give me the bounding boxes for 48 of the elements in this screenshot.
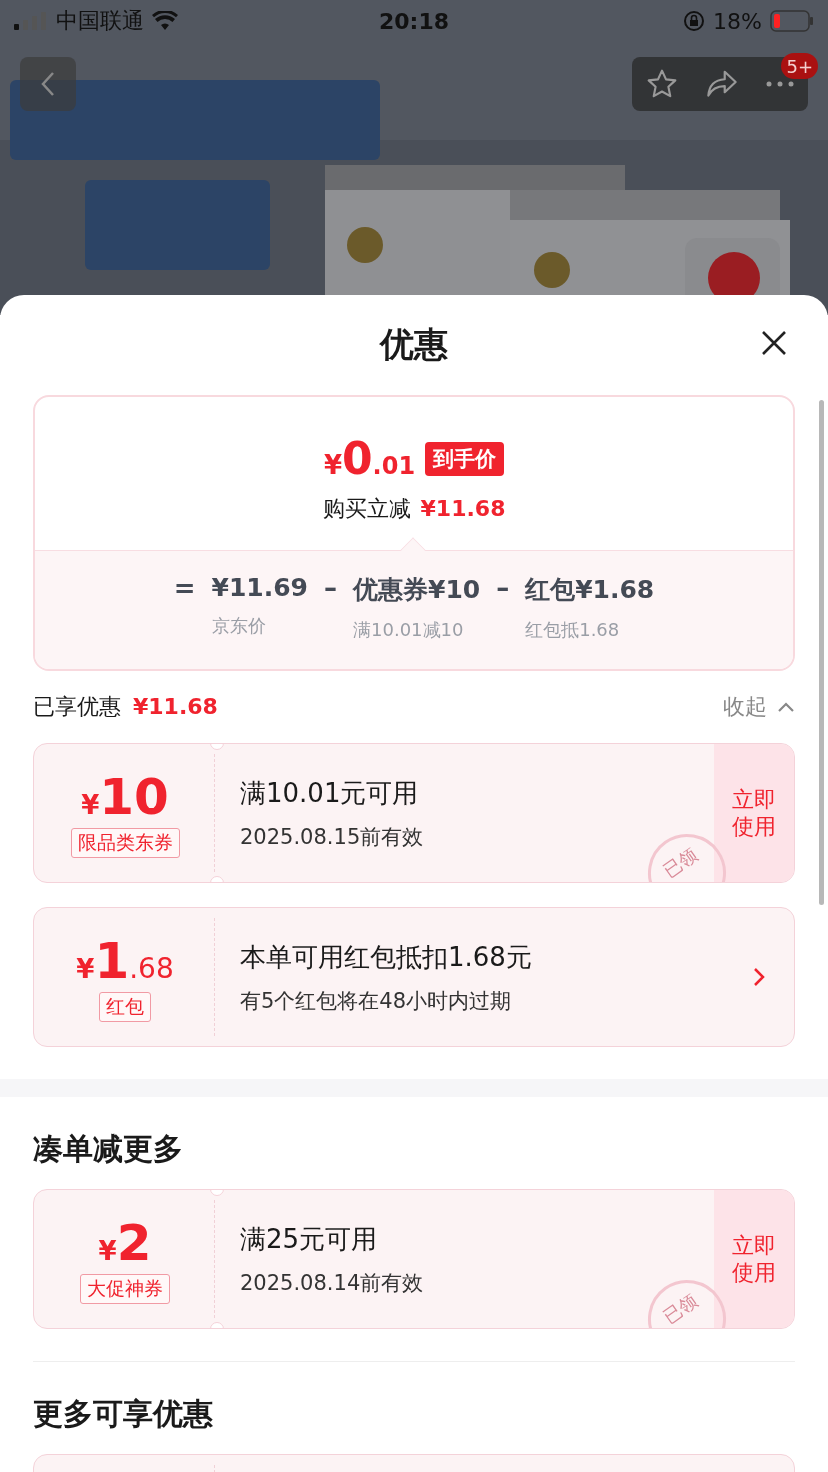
carrier-name: 中国联通 [56,7,144,35]
term-caption: 京东价 [211,614,267,638]
battery-icon [770,10,814,32]
coupon-tag: 限品类东券 [70,828,180,858]
star-icon[interactable] [645,68,679,100]
coupon-tag: 红包 [99,992,151,1022]
reduction-label: 购买立减 [322,495,411,523]
coupon-title: 满10.01元可用 [240,776,420,810]
battery-percent: 18% [713,8,762,34]
coupon-title: 满25元可用 [240,1222,379,1256]
coupon-subtitle: 2025.08.14前有效 [240,1269,425,1297]
wifi-icon [152,11,178,31]
signal-icon [14,12,48,30]
chevron-left-icon [40,70,56,98]
price-tag: 到手价 [425,441,505,476]
clock-time: 20:18 [379,8,449,34]
amount: ¥10 [81,768,169,826]
final-price: ¥0.01 [323,433,416,484]
operator: – [496,573,510,605]
notification-badge: 5+ [781,53,818,79]
term-caption: 红包抵1.68 [525,618,621,642]
share-icon[interactable] [705,69,739,99]
amount: ¥1.68 [76,932,174,990]
term-value: 优惠券¥10 [353,574,481,606]
enjoyed-value: ¥11.68 [133,694,218,719]
sheet-title: 优惠 [380,323,448,366]
use-now-button[interactable]: 立即使用 [714,1190,794,1328]
coupon-subtitle: 2025.08.15前有效 [240,823,425,851]
chevron-icon [777,701,795,713]
coupon-title: 本单可用红包抵扣1.68元 [240,940,533,974]
section-title: 凑单减更多 [33,1129,183,1168]
rotation-lock-icon [683,10,706,32]
term-value: ¥11.69 [211,573,308,602]
collapse-toggle[interactable]: 收起 [723,692,795,722]
reduction-value: ¥11.68 [420,496,506,521]
section-title: 更多可享优惠 [33,1394,213,1433]
amount: ¥2 [98,1214,152,1272]
coupon-tag: 大促神券 [80,1274,170,1304]
chevron-right-icon[interactable] [753,967,765,987]
term-value: 红包¥1.68 [525,574,655,606]
more-icon[interactable] [765,80,795,88]
close-icon[interactable] [760,329,788,357]
enjoyed-label: 已享优惠 [33,693,121,721]
term-caption: 满10.01减10 [353,618,465,642]
use-now-button[interactable]: 立即使用 [714,744,794,882]
operator: = [173,573,196,605]
coupon-subtitle: 有5个红包将在48小时内过期 [240,987,513,1015]
operator: – [324,573,337,605]
